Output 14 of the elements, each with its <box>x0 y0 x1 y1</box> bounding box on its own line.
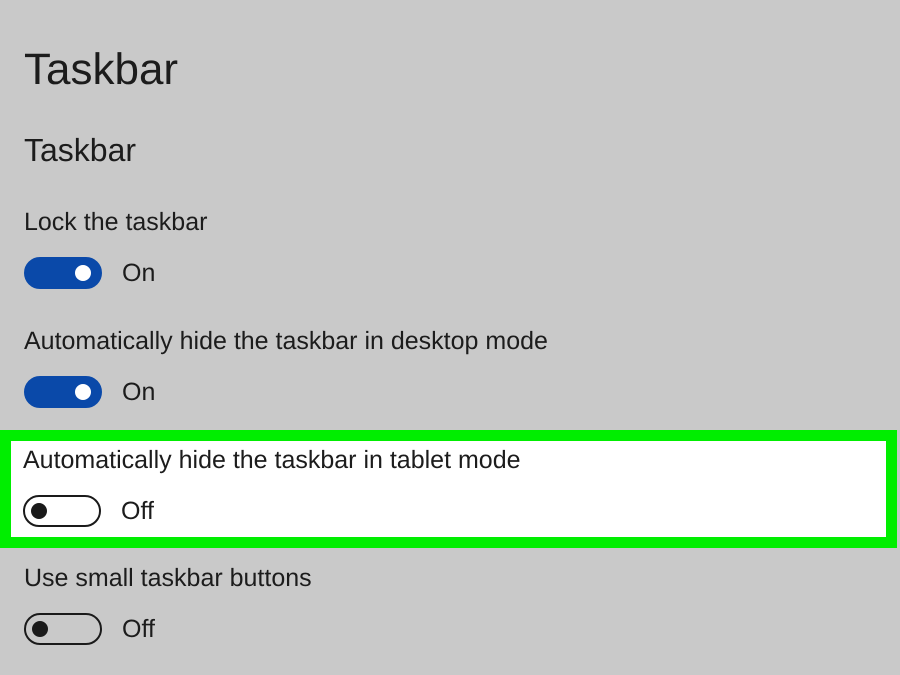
page-title: Taskbar <box>24 44 178 96</box>
toggle-state-text: Off <box>122 614 155 644</box>
setting-label: Lock the taskbar <box>24 207 208 237</box>
toggle-switch[interactable] <box>23 495 101 527</box>
setting-label: Use small taskbar buttons <box>24 563 312 593</box>
toggle-switch[interactable] <box>24 376 102 408</box>
toggle-state-text: On <box>122 258 156 288</box>
toggle-state-text: On <box>122 377 156 407</box>
setting-label: Automatically hide the taskbar in tablet mode <box>23 445 520 475</box>
toggle-switch[interactable] <box>24 257 102 289</box>
toggle-switch[interactable] <box>24 613 102 645</box>
toggle-state-text: Off <box>121 496 154 526</box>
section-title: Taskbar <box>24 131 136 170</box>
setting-label: Automatically hide the taskbar in desktop mode <box>24 326 548 356</box>
